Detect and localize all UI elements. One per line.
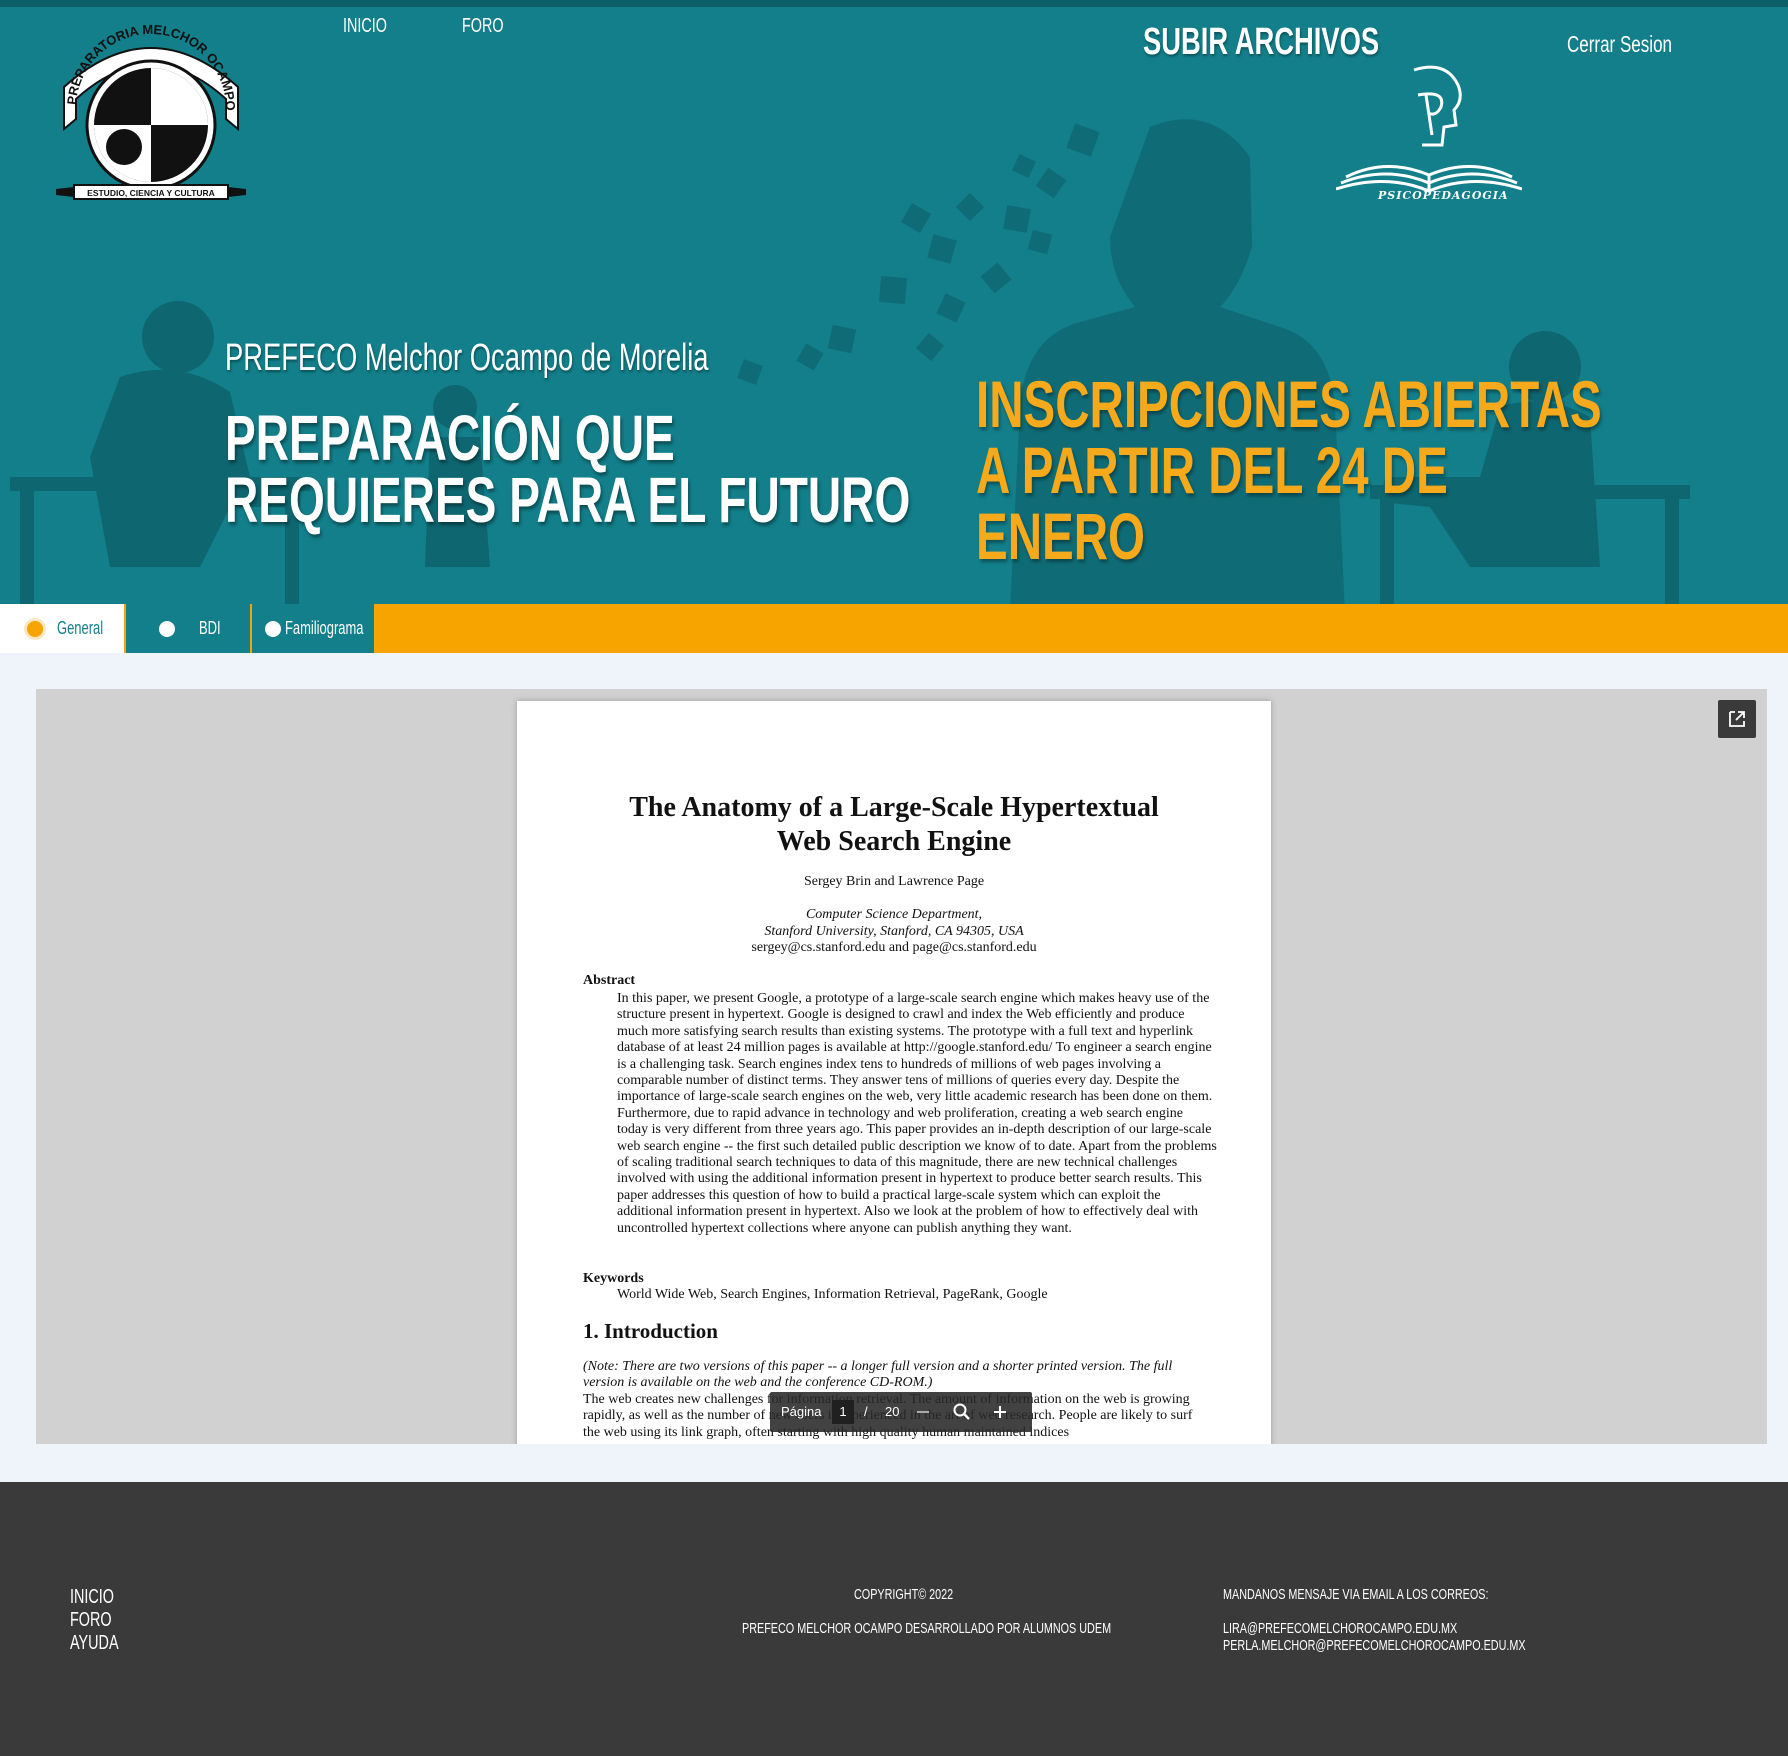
affiliation-line: Computer Science Department,: [805, 907, 983, 922]
footer-email-link[interactable]: PERLA.MELCHOR@PREFECOMELCHOROCAMPO.EDU.M…: [1223, 1637, 1526, 1654]
radio-dot-icon: [27, 621, 43, 637]
hero-title: PREPARACIÓN QUE REQUIERES PARA EL FUTURO: [225, 402, 911, 536]
hero-promo-text: INSCRIPCIONES ABIERTAS A PARTIR DEL 24 D…: [976, 367, 1602, 573]
footer-link-ayuda[interactable]: AYUDA: [70, 1632, 119, 1655]
crest-ribbon-text: ESTUDIO, CIENCIA Y CULTURA: [87, 188, 215, 198]
svg-text:×÷: ×÷: [161, 149, 191, 170]
tab-familiograma[interactable]: Familiograma: [252, 604, 376, 653]
keywords-text: World Wide Web, Search Engines, Informat…: [617, 1287, 1048, 1302]
minus-icon: [917, 1411, 929, 1413]
affiliation-line: Stanford University, Stanford, CA 94305,…: [764, 923, 1024, 939]
tab-label: Familiograma: [285, 618, 364, 638]
paper-affiliation: Computer Science Department, Stanford Un…: [517, 907, 1271, 957]
nav-foro-link[interactable]: FORO: [462, 15, 504, 38]
abstract-text: In this paper, we present Google, a prot…: [617, 991, 1217, 1236]
footer-links: INICIO FORO AYUDA: [70, 1586, 119, 1655]
footer-email-link[interactable]: LIRA@PREFECOMELCHOROCAMPO.EDU.MX: [1223, 1620, 1526, 1637]
nav-inicio-link[interactable]: INICIO: [343, 15, 387, 38]
psicopedagogia-logo: [1336, 65, 1522, 193]
footer-contact-heading: MANDANOS MENSAJE VIA EMAIL A LOS CORREOS…: [1223, 1586, 1489, 1603]
footer-link-inicio[interactable]: INICIO: [70, 1586, 119, 1609]
tab-bar: General BDI Familiograma: [0, 604, 1788, 653]
footer-copyright: COPYRIGHT© 2022: [854, 1586, 954, 1603]
keywords-heading: Keywords: [583, 1271, 644, 1286]
magnifier-icon: [953, 1403, 970, 1420]
tab-label: General: [57, 618, 104, 638]
zoom-in-button[interactable]: [990, 1402, 1010, 1422]
upload-files-link[interactable]: SUBIR ARCHIVOS: [1143, 21, 1379, 64]
paper-title-line: Web Search Engine: [776, 826, 1012, 857]
tab-label: BDI: [199, 618, 221, 638]
footer-credit: PREFECO MELCHOR OCAMPO DESARROLLADO POR …: [742, 1620, 1112, 1637]
zoom-out-button[interactable]: [913, 1402, 933, 1422]
page-number-input[interactable]: 1: [832, 1400, 854, 1424]
school-crest-logo[interactable]: PREPARATORIA MELCHOR OCAMPO +− ×÷ ESTUDI…: [54, 19, 248, 207]
paper-emails: sergey@cs.stanford.edu and page@cs.stanf…: [751, 940, 1037, 955]
total-pages: 20: [885, 1404, 900, 1419]
paper-title: The Anatomy of a Large-Scale Hypertextua…: [517, 791, 1271, 859]
pdf-viewer[interactable]: The Anatomy of a Large-Scale Hypertextua…: [36, 689, 1767, 1444]
paper-note: (Note: There are two versions of this pa…: [583, 1359, 1173, 1391]
footer-emails: LIRA@PREFECOMELCHOROCAMPO.EDU.MX PERLA.M…: [1223, 1620, 1526, 1654]
pdf-page: The Anatomy of a Large-Scale Hypertextua…: [517, 701, 1271, 1444]
radio-dot-icon: [159, 621, 175, 637]
tab-bdi[interactable]: BDI: [126, 604, 252, 653]
logout-link[interactable]: Cerrar Sesion: [1567, 31, 1672, 58]
footer: INICIO FORO AYUDA COPYRIGHT© 2022 PREFEC…: [0, 1482, 1788, 1756]
abstract-heading: Abstract: [583, 973, 636, 988]
zoom-button[interactable]: [952, 1402, 972, 1422]
section-heading: 1. Introduction: [583, 1319, 718, 1343]
hero-subtitle: PREFECO Melchor Ocampo de Morelia: [225, 337, 709, 379]
open-in-new-window-button[interactable]: [1718, 700, 1756, 738]
page-label: Página: [781, 1404, 822, 1419]
psicopedagogia-caption: PSICOPEDAGOGIA: [1378, 189, 1509, 202]
paper-authors: Sergey Brin and Lawrence Page: [803, 874, 985, 889]
hero-banner: INICIO FORO SUBIR ARCHIVOS Cerrar Sesion…: [0, 0, 1788, 604]
plus-icon: [994, 1406, 1006, 1418]
footer-link-foro[interactable]: FORO: [70, 1609, 119, 1632]
external-link-icon: [1729, 711, 1745, 727]
paper-title-line: The Anatomy of a Large-Scale Hypertextua…: [629, 792, 1159, 823]
radio-dot-icon: [265, 621, 281, 637]
page-separator: /: [864, 1404, 868, 1419]
tab-general[interactable]: General: [0, 604, 126, 653]
pdf-toolbar: Página 1 / 20: [770, 1392, 1032, 1432]
